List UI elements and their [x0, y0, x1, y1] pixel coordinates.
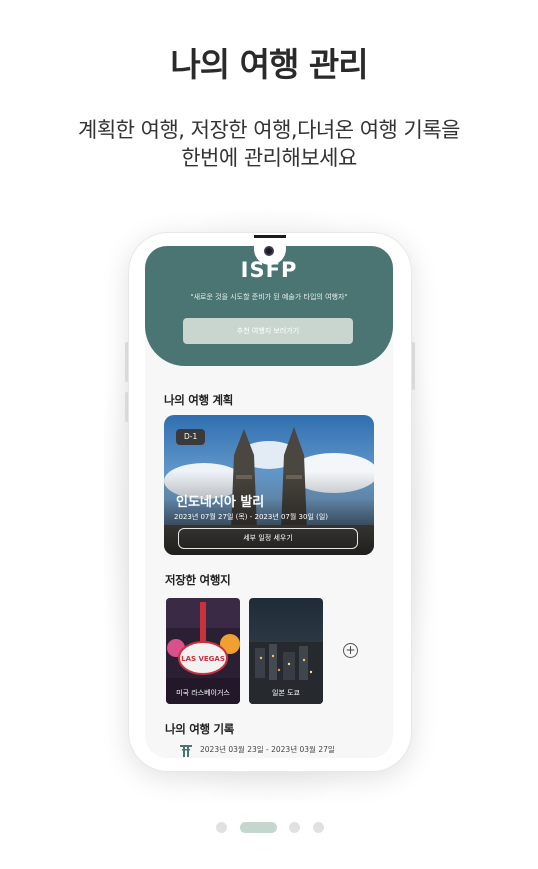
d-day-badge: D-1	[176, 429, 206, 445]
record-section-title: 나의 여행 기록	[165, 722, 235, 736]
saved-destination-label: 미국 라스베이거스	[176, 689, 230, 697]
pagination-dot-active[interactable]	[240, 822, 277, 833]
las-vegas-sign-text: LAS VEGAS	[181, 655, 225, 663]
pagination-dot[interactable]	[313, 822, 324, 833]
travel-record-dates: 2023년 03월 23일 - 2023년 03월 27일	[200, 745, 335, 754]
travel-type-quote: "새로운 것을 시도할 준비가 된 예술가 타입의 여행자"	[190, 293, 348, 301]
plus-icon: +	[345, 643, 356, 657]
trip-plan-card[interactable]: D-1 인도네시아 발리 2023년 07월 27일 (목) - 2023년 0…	[164, 415, 374, 555]
saved-destination-card[interactable]: 일본 도쿄	[249, 598, 323, 704]
phone-notch-edge	[254, 235, 286, 238]
recommended-destinations-button[interactable]: 추천 여행지 보러가기	[183, 318, 353, 344]
subtitle-line-2: 한번에 관리해보세요	[181, 146, 357, 170]
saved-destination-label: 일본 도쿄	[272, 689, 300, 697]
travel-record-item[interactable]: 2023년 03월 23일 - 2023년 03월 27일	[180, 744, 380, 758]
subtitle-line-1: 계획한 여행, 저장한 여행,다녀온 여행 기록을	[78, 118, 461, 142]
trip-destination-name: 인도네시아 발리	[176, 495, 265, 510]
saved-section-title: 저장한 여행지	[165, 573, 231, 587]
plan-details-button[interactable]: 세부 일정 세우기	[178, 528, 358, 549]
plan-section-title: 나의 여행 계획	[164, 393, 234, 407]
add-destination-button[interactable]: +	[343, 643, 358, 658]
trip-dates: 2023년 07월 27일 (목) - 2023년 07월 30일 (일)	[174, 513, 329, 521]
pagination-dot[interactable]	[216, 822, 227, 833]
saved-destination-card[interactable]: LAS VEGAS 미국 라스베이거스	[166, 598, 240, 704]
page-subtitle: 계획한 여행, 저장한 여행,다녀온 여행 기록을 한번에 관리해보세요	[20, 116, 518, 172]
pagination-dots	[0, 822, 538, 834]
front-camera-icon	[264, 246, 274, 256]
page-title: 나의 여행 관리	[170, 45, 368, 84]
phone-screen: ISFP "새로운 것을 시도할 준비가 된 예술가 타입의 여행자" 추천 여…	[145, 246, 393, 758]
torii-gate-icon	[180, 745, 192, 757]
pagination-dot[interactable]	[289, 822, 300, 833]
